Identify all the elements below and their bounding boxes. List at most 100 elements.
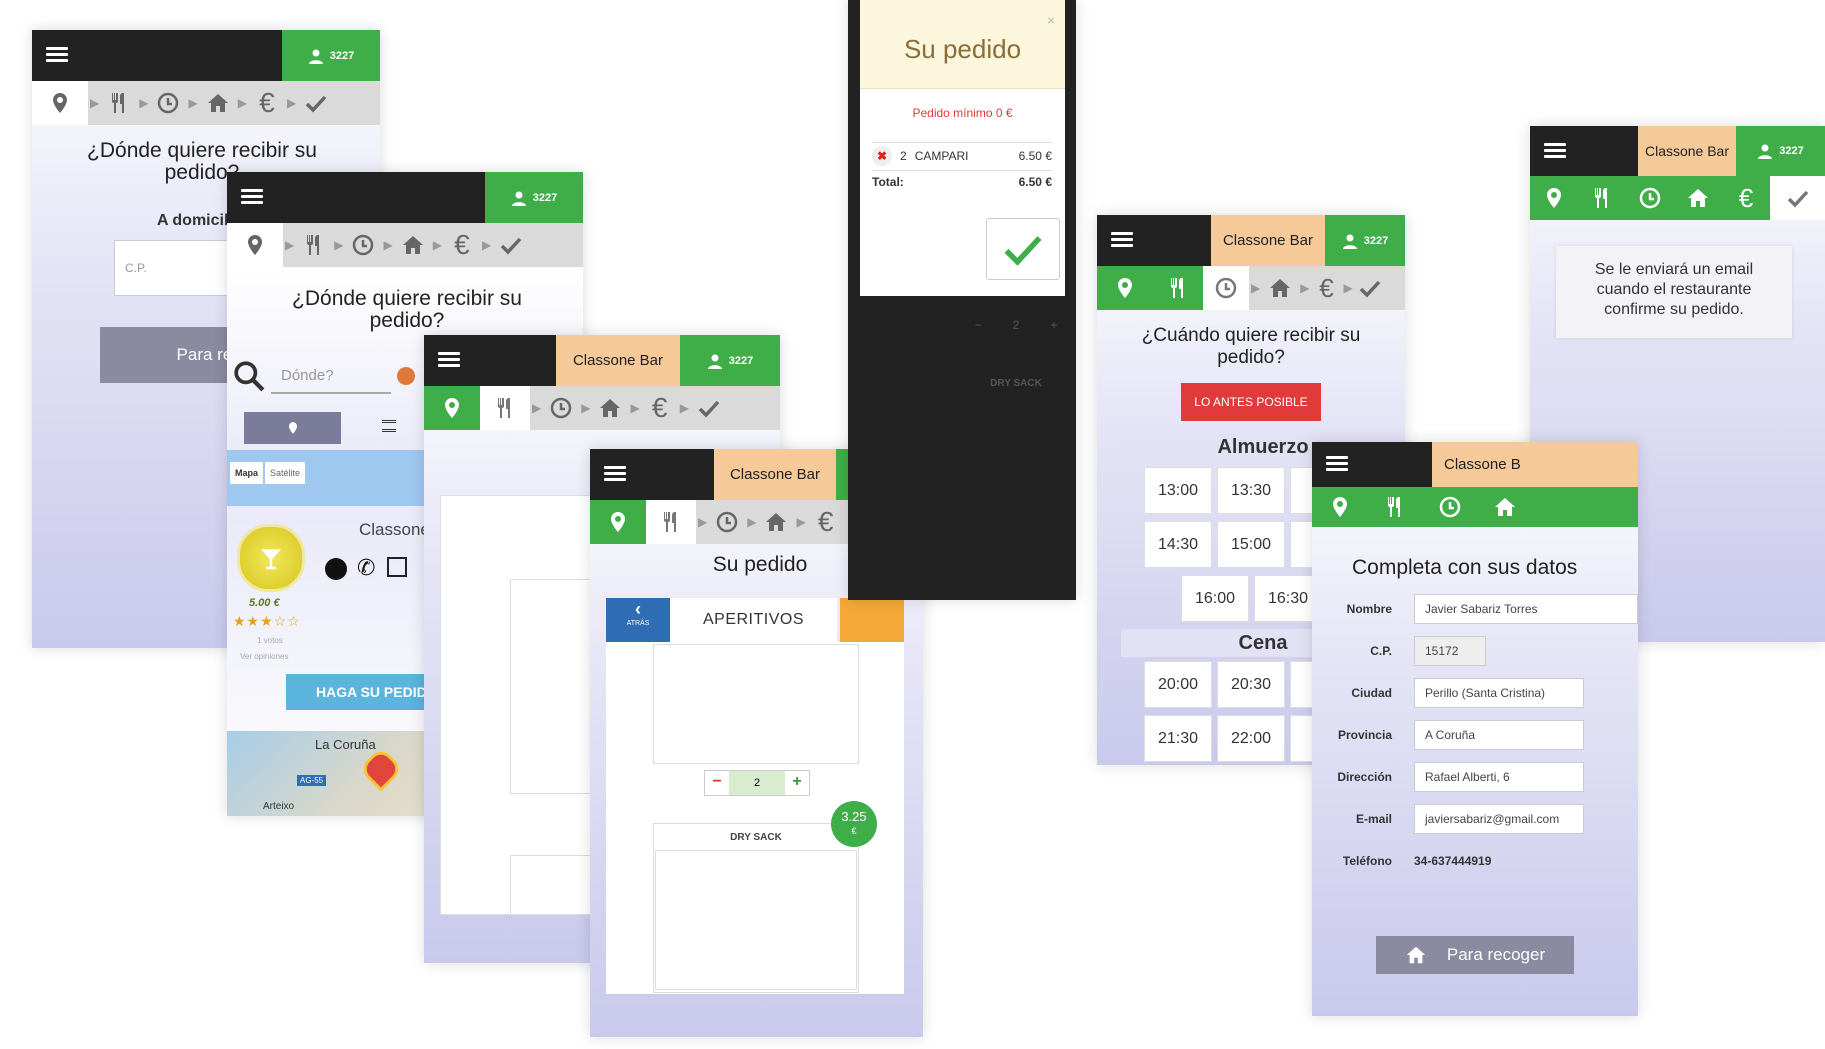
map-tab[interactable]: Mapa: [230, 462, 264, 484]
pickup-button[interactable]: Para recoger: [1376, 936, 1574, 974]
restaurant-button[interactable]: Classone Bar: [1211, 215, 1325, 266]
clock-icon[interactable]: [1203, 266, 1249, 310]
cutlery-icon[interactable]: [480, 386, 530, 430]
location-icon[interactable]: [1097, 266, 1153, 310]
user-button[interactable]: 3227: [680, 335, 780, 386]
search-input[interactable]: Dónde?: [271, 358, 391, 394]
increment-button[interactable]: +: [785, 771, 809, 795]
clock-icon[interactable]: [345, 223, 381, 267]
menu-icon[interactable]: [1544, 140, 1566, 162]
time-slot[interactable]: 22:00: [1217, 715, 1285, 762]
user-button[interactable]: 3227: [485, 172, 583, 223]
clock-icon[interactable]: [1422, 487, 1477, 527]
quantity-stepper[interactable]: − 2 +: [704, 770, 810, 796]
province-field[interactable]: A Coruña: [1414, 720, 1584, 750]
cutlery-icon[interactable]: [1367, 487, 1422, 527]
product-card[interactable]: DRY SACK: [653, 823, 859, 993]
cutlery-icon[interactable]: [646, 500, 696, 544]
clock-icon[interactable]: [1626, 176, 1674, 220]
menu-icon[interactable]: [1111, 229, 1133, 251]
asap-button[interactable]: LO ANTES POSIBLE: [1181, 383, 1321, 421]
total-row: Total: 6.50 €: [872, 170, 1052, 193]
home-icon[interactable]: [1674, 176, 1722, 220]
time-slot[interactable]: 13:00: [1144, 467, 1212, 514]
line-qty: 2: [900, 149, 907, 163]
euro-icon[interactable]: €: [249, 81, 285, 125]
close-icon[interactable]: ×: [1047, 12, 1055, 28]
decrement-button[interactable]: −: [705, 771, 729, 795]
line-price: 6.50 €: [1018, 149, 1052, 163]
votes-count: 1 votos: [257, 636, 283, 645]
opinions-link[interactable]: Ver opiniones: [240, 652, 288, 661]
home-icon[interactable]: [200, 81, 236, 125]
location-icon[interactable]: [1530, 176, 1578, 220]
remove-item-icon[interactable]: ✖: [872, 146, 892, 166]
check-icon[interactable]: [493, 223, 529, 267]
restaurant-button[interactable]: Classone Bar: [556, 335, 680, 386]
menu-icon[interactable]: [1326, 453, 1348, 475]
time-slot[interactable]: 16:00: [1181, 575, 1249, 622]
restaurant-button[interactable]: Classone Bar: [714, 449, 836, 500]
user-button[interactable]: 3227: [1325, 215, 1405, 266]
user-badge: 3227: [1779, 145, 1804, 157]
address-field[interactable]: Rafael Alberti, 6: [1414, 762, 1584, 792]
check-icon[interactable]: [298, 81, 334, 125]
euro-icon[interactable]: €: [642, 386, 678, 430]
confirmation-message: Se le enviará un email cuando el restaur…: [1556, 246, 1792, 338]
home-icon[interactable]: [1477, 487, 1532, 527]
user-button[interactable]: 3227: [282, 30, 380, 81]
email-icon[interactable]: [387, 557, 407, 577]
order-button[interactable]: HAGA SU PEDIDO: [286, 674, 446, 710]
clear-search-icon[interactable]: [397, 367, 415, 385]
back-button[interactable]: ‹ ATRÁS: [606, 598, 670, 642]
home-icon[interactable]: [1262, 266, 1298, 310]
home-icon[interactable]: [395, 223, 431, 267]
user-button[interactable]: 3227: [1736, 126, 1825, 176]
restaurant-button[interactable]: Classone B: [1432, 442, 1638, 487]
location-icon[interactable]: [590, 500, 646, 544]
cutlery-icon[interactable]: [296, 223, 332, 267]
restaurant-logo[interactable]: [237, 524, 305, 592]
menu-icon[interactable]: [241, 186, 263, 208]
clock-icon[interactable]: [709, 500, 745, 544]
website-icon[interactable]: [325, 558, 347, 580]
time-slot[interactable]: 21:30: [1144, 715, 1212, 762]
phone-icon[interactable]: ✆: [357, 555, 375, 581]
time-slot[interactable]: 20:00: [1144, 661, 1212, 708]
satellite-tab[interactable]: Satélite: [265, 462, 306, 484]
menu-icon[interactable]: [46, 44, 68, 66]
location-icon[interactable]: [32, 81, 88, 125]
clock-icon[interactable]: [150, 81, 186, 125]
time-slot[interactable]: 15:00: [1217, 521, 1285, 568]
menu-icon[interactable]: [604, 463, 626, 485]
euro-icon[interactable]: €: [1311, 266, 1341, 310]
postal-code-field[interactable]: 15172: [1414, 636, 1486, 666]
confirm-button[interactable]: [986, 218, 1060, 280]
search-icon[interactable]: [233, 360, 265, 392]
cutlery-icon[interactable]: [1578, 176, 1626, 220]
check-icon[interactable]: [691, 386, 727, 430]
check-icon[interactable]: [1770, 176, 1825, 220]
check-icon[interactable]: [1355, 266, 1385, 310]
home-icon[interactable]: [592, 386, 628, 430]
restaurant-button[interactable]: Classone Bar: [1638, 126, 1736, 176]
list-view-icon[interactable]: [382, 420, 396, 432]
location-icon[interactable]: [1312, 487, 1367, 527]
time-slot[interactable]: 13:30: [1217, 467, 1285, 514]
euro-icon[interactable]: €: [444, 223, 480, 267]
cutlery-icon[interactable]: [101, 81, 137, 125]
menu-icon[interactable]: [438, 349, 460, 371]
location-icon[interactable]: [424, 386, 480, 430]
euro-icon[interactable]: €: [808, 500, 844, 544]
time-slot[interactable]: 14:30: [1144, 521, 1212, 568]
map-view-toggle[interactable]: [244, 412, 341, 444]
cutlery-icon[interactable]: [1153, 266, 1203, 310]
home-icon[interactable]: [758, 500, 794, 544]
time-slot[interactable]: 20:30: [1217, 661, 1285, 708]
city-field[interactable]: Perillo (Santa Cristina): [1414, 678, 1584, 708]
email-field[interactable]: javiersabariz@gmail.com: [1414, 804, 1584, 834]
location-icon[interactable]: [227, 223, 283, 267]
clock-icon[interactable]: [543, 386, 579, 430]
name-field[interactable]: Javier Sabariz Torres: [1414, 594, 1638, 624]
euro-icon[interactable]: €: [1722, 176, 1770, 220]
